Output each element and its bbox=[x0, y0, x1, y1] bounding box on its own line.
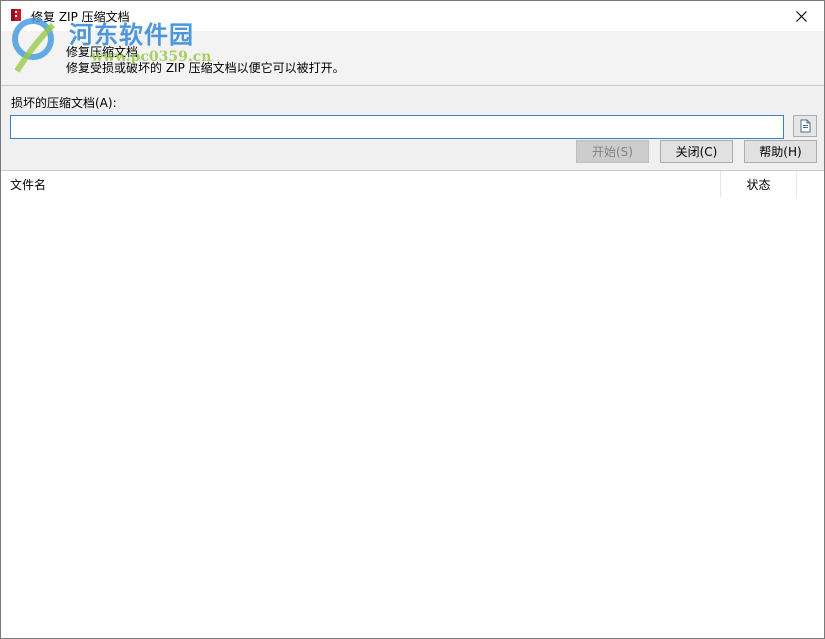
list-header: 文件名 状态 bbox=[1, 171, 824, 197]
browse-file-icon bbox=[800, 119, 811, 133]
zip-repair-icon bbox=[11, 9, 21, 21]
repair-zip-dialog: 修复 ZIP 压缩文档 修复压缩文档 修复受损或破坏的 ZIP 压缩文档以便它可… bbox=[0, 0, 825, 639]
column-header-filler bbox=[797, 171, 824, 197]
close-button[interactable]: 关闭(C) bbox=[660, 140, 733, 163]
archive-path-input[interactable] bbox=[10, 115, 784, 139]
column-header-status[interactable]: 状态 bbox=[721, 171, 797, 197]
header-title: 修复压缩文档 bbox=[66, 45, 139, 59]
dialog-header: 修复压缩文档 修复受损或破坏的 ZIP 压缩文档以便它可以被打开。 bbox=[1, 31, 824, 86]
start-button[interactable]: 开始(S) bbox=[576, 140, 649, 163]
column-header-filename[interactable]: 文件名 bbox=[1, 171, 721, 197]
file-list[interactable]: 文件名 状态 bbox=[1, 170, 824, 638]
close-window-button[interactable] bbox=[778, 1, 824, 31]
browse-button[interactable] bbox=[793, 115, 817, 137]
help-button[interactable]: 帮助(H) bbox=[744, 140, 817, 163]
header-description: 修复受损或破坏的 ZIP 压缩文档以便它可以被打开。 bbox=[66, 61, 345, 75]
title-bar: 修复 ZIP 压缩文档 bbox=[1, 1, 824, 31]
archive-label: 损坏的压缩文档(A): bbox=[11, 96, 117, 110]
form-area: 损坏的压缩文档(A): 开始(S) 关闭(C) 帮助(H) bbox=[1, 86, 824, 170]
close-icon bbox=[795, 10, 807, 22]
window-title: 修复 ZIP 压缩文档 bbox=[31, 10, 130, 24]
